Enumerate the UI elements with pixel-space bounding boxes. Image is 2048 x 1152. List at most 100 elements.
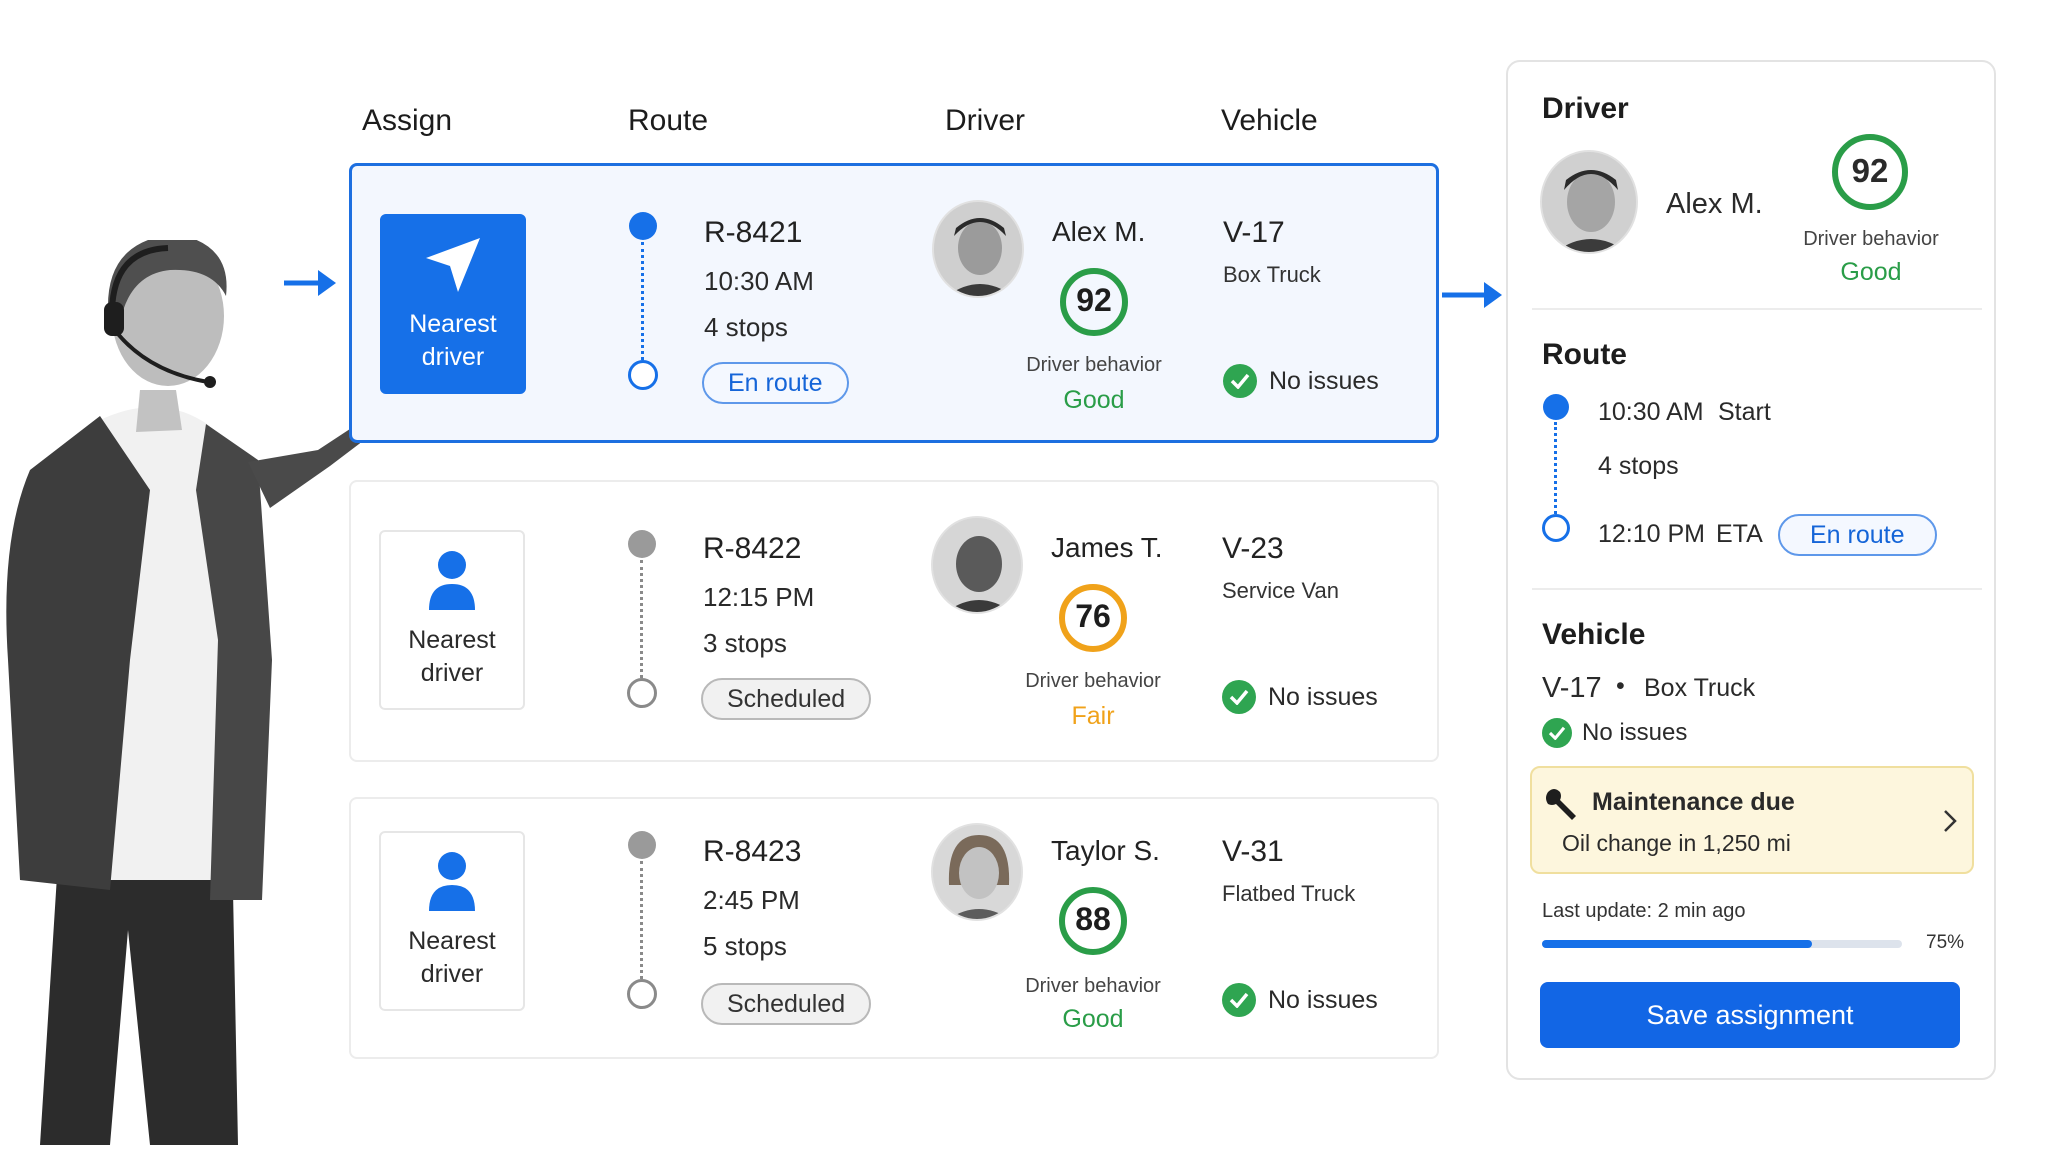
support-agent-illustration: [6, 240, 360, 1145]
route-start-dot: [628, 831, 656, 859]
panel-driver-name: Alex M.: [1666, 188, 1763, 220]
last-update: Last update: 2 min ago: [1542, 900, 1746, 922]
vehicle-type: Flatbed Truck: [1222, 881, 1356, 906]
issues-label: No issues: [1268, 985, 1378, 1014]
assignment-detail-panel: Driver Alex M. 92 Driver behavior Good R…: [1506, 60, 1996, 1080]
route-id: R-8423: [703, 835, 802, 868]
behavior-label: Driver behavior: [1025, 975, 1161, 997]
behavior-label: Driver behavior: [1026, 354, 1162, 376]
route-stops: 4 stops: [1598, 452, 1679, 480]
nearest-driver-button[interactable]: Nearest driver: [380, 214, 526, 394]
status-badge: Scheduled: [701, 983, 872, 1025]
panel-route-title: Route: [1542, 338, 1627, 371]
route-start-dot: [628, 530, 656, 558]
assignment-row[interactable]: Nearest driver R-8423 2:45 PM 5 stops Sc…: [349, 797, 1439, 1059]
panel-behavior-rating: Good: [1840, 258, 1902, 286]
behavior-rating: Good: [1062, 1005, 1124, 1033]
panel-route-timeline: [1542, 394, 1570, 544]
vehicle-status: No issues: [1222, 983, 1378, 1017]
route-id: R-8422: [703, 532, 802, 565]
route-end-dot: [627, 979, 657, 1009]
route-eta-time: 12:10 PM: [1598, 520, 1706, 548]
person-icon: [429, 551, 475, 610]
chevron-right-icon[interactable]: [1942, 808, 1958, 834]
progress-fill: [1542, 940, 1812, 948]
assign-label: Nearest driver: [408, 626, 496, 687]
navigation-arrow-icon: [426, 238, 480, 292]
panel-vehicle-status: No issues: [1542, 718, 1687, 748]
driver-name: Taylor S.: [1051, 835, 1160, 866]
driver-name: Alex M.: [1052, 216, 1146, 247]
behavior-rating: Fair: [1071, 702, 1115, 730]
driver-score: 88: [1075, 901, 1111, 937]
incoming-arrow-icon: [284, 270, 336, 296]
maintenance-detail: Oil change in 1,250 mi: [1562, 830, 1791, 856]
behavior-label: Driver behavior: [1025, 670, 1161, 692]
issues-label: No issues: [1268, 682, 1378, 711]
avatar: [931, 516, 1023, 614]
vehicle-id: V-23: [1222, 532, 1284, 565]
status-badge: Scheduled: [701, 678, 872, 720]
driver-name: James T.: [1051, 532, 1163, 563]
route-time: 10:30 AM: [704, 266, 814, 296]
behavior-rating: Good: [1063, 386, 1125, 414]
panel-vehicle-title: Vehicle: [1542, 618, 1646, 651]
save-assignment-button[interactable]: Save assignment: [1540, 982, 1960, 1048]
avatar: [931, 823, 1023, 921]
person-icon: [429, 852, 475, 911]
column-header-vehicle: Vehicle: [1221, 104, 1318, 137]
route-stops: 5 stops: [703, 931, 787, 961]
check-circle-icon: [1222, 983, 1256, 1017]
column-header-driver: Driver: [945, 104, 1025, 137]
outgoing-arrow-icon: [1442, 282, 1502, 308]
vehicle-separator: •: [1616, 672, 1625, 700]
assign-label: Nearest driver: [408, 927, 496, 988]
route-time: 12:15 PM: [703, 582, 815, 612]
assign-label: Nearest driver: [409, 310, 497, 371]
route-end-dot: [627, 678, 657, 708]
driver-score: 92: [1076, 282, 1112, 318]
route-stops: 3 stops: [703, 628, 787, 658]
route-end-dot: [628, 360, 658, 390]
route-timeline: [628, 212, 658, 392]
panel-driver-title: Driver: [1542, 92, 1629, 125]
vehicle-status: No issues: [1223, 364, 1379, 398]
panel-vehicle-type: Box Truck: [1644, 674, 1756, 702]
wrench-icon: [1546, 789, 1576, 820]
check-circle-icon: [1542, 718, 1572, 748]
route-start-label: Start: [1718, 398, 1771, 426]
status-badge: En route: [702, 362, 849, 404]
issues-label: No issues: [1269, 366, 1379, 395]
nearest-driver-button[interactable]: Nearest driver: [379, 831, 525, 1011]
panel-behavior-label: Driver behavior: [1803, 228, 1939, 250]
check-circle-icon: [1223, 364, 1257, 398]
assignment-row-selected[interactable]: Nearest driver R-8421 10:30 AM 4 stops E…: [349, 163, 1439, 443]
route-time: 2:45 PM: [703, 885, 800, 915]
driver-score: 76: [1075, 598, 1111, 634]
vehicle-type: Box Truck: [1223, 262, 1321, 287]
vehicle-status: No issues: [1222, 680, 1378, 714]
panel-vehicle-id: V-17: [1542, 672, 1602, 704]
check-circle-icon: [1222, 680, 1256, 714]
vehicle-type: Service Van: [1222, 578, 1339, 603]
update-progress-bar: [1542, 940, 1902, 948]
vehicle-id: V-17: [1223, 216, 1285, 249]
progress-percent: 75%: [1926, 932, 1965, 953]
route-id: R-8421: [704, 216, 803, 249]
assignment-row[interactable]: Nearest driver R-8422 12:15 PM 3 stops S…: [349, 480, 1439, 762]
route-start-dot: [629, 212, 657, 240]
maintenance-alert[interactable]: Maintenance due Oil change in 1,250 mi: [1530, 766, 1974, 874]
avatar: [1540, 150, 1638, 254]
panel-driver-score: 92: [1851, 152, 1889, 189]
route-start-time: 10:30 AM: [1598, 398, 1704, 426]
route-timeline: [627, 831, 657, 1011]
issues-label: No issues: [1582, 719, 1688, 746]
route-eta-label: ETA: [1716, 520, 1763, 548]
status-badge: En route: [1778, 514, 1937, 556]
avatar: [932, 200, 1024, 298]
nearest-driver-button[interactable]: Nearest driver: [379, 530, 525, 710]
route-timeline: [627, 530, 657, 710]
vehicle-id: V-31: [1222, 835, 1284, 868]
column-header-route: Route: [628, 104, 709, 137]
route-stops: 4 stops: [704, 312, 788, 342]
